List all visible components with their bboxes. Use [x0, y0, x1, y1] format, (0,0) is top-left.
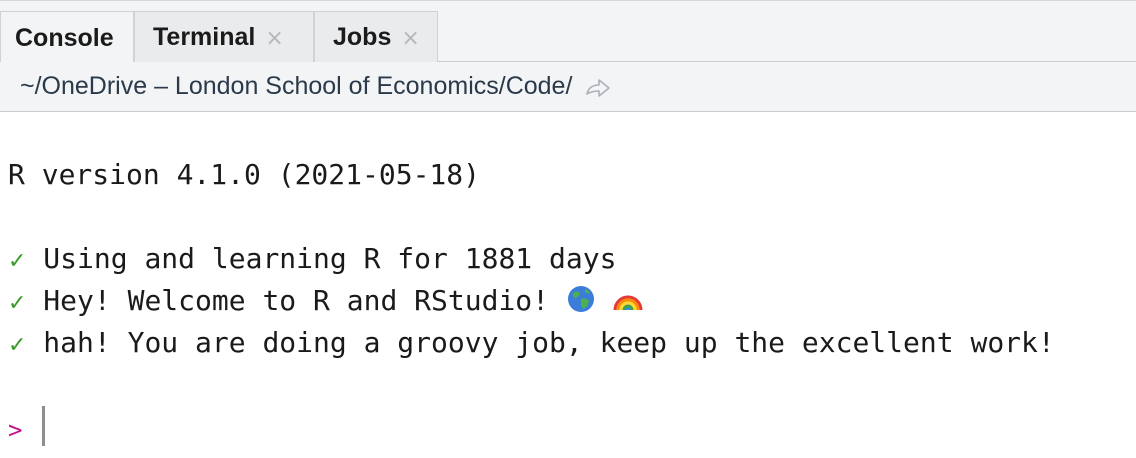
message-text: Hey! Welcome to R and RStudio! — [43, 284, 550, 317]
working-directory-path[interactable]: ~/OneDrive – London School of Economics/… — [20, 72, 572, 101]
rainbow-icon — [613, 284, 643, 314]
message-line: ✓ Using and learning R for 1881 days — [8, 242, 616, 279]
globe-icon — [566, 284, 596, 314]
tab-terminal-label: Terminal — [153, 23, 256, 51]
prompt-line[interactable]: > — [8, 412, 22, 447]
text-cursor — [42, 406, 45, 446]
arrow-forward-icon[interactable] — [584, 77, 612, 99]
message-text: Using and learning R for 1881 days — [43, 242, 617, 275]
tab-console-label: Console — [15, 23, 114, 52]
close-icon[interactable]: × — [401, 26, 419, 51]
tab-jobs[interactable]: Jobs × — [314, 11, 438, 63]
check-icon: ✓ — [8, 249, 27, 274]
console-output[interactable]: R version 4.1.0 (2021-05-18) ✓ Using and… — [0, 112, 1136, 458]
tab-jobs-label: Jobs — [333, 23, 392, 51]
message-line: ✓ hah! You are doing a groovy job, keep … — [8, 326, 1055, 363]
message-line: ✓ Hey! Welcome to R and RStudio! — [8, 284, 643, 321]
prompt-symbol: > — [8, 416, 23, 444]
working-directory-bar: ~/OneDrive – London School of Economics/… — [0, 62, 1136, 112]
tab-terminal[interactable]: Terminal × — [134, 11, 314, 63]
console-pane: Console Terminal × Jobs × ~/OneDrive – L… — [0, 0, 1136, 458]
version-line: R version 4.1.0 (2021-05-18) — [8, 158, 481, 191]
pane-tabstrip: Console Terminal × Jobs × — [0, 0, 1136, 64]
message-text: hah! You are doing a groovy job, keep up… — [43, 326, 1055, 359]
check-icon: ✓ — [8, 291, 27, 316]
check-icon: ✓ — [8, 333, 27, 358]
tab-console[interactable]: Console — [0, 11, 134, 64]
close-icon[interactable]: × — [265, 26, 283, 51]
